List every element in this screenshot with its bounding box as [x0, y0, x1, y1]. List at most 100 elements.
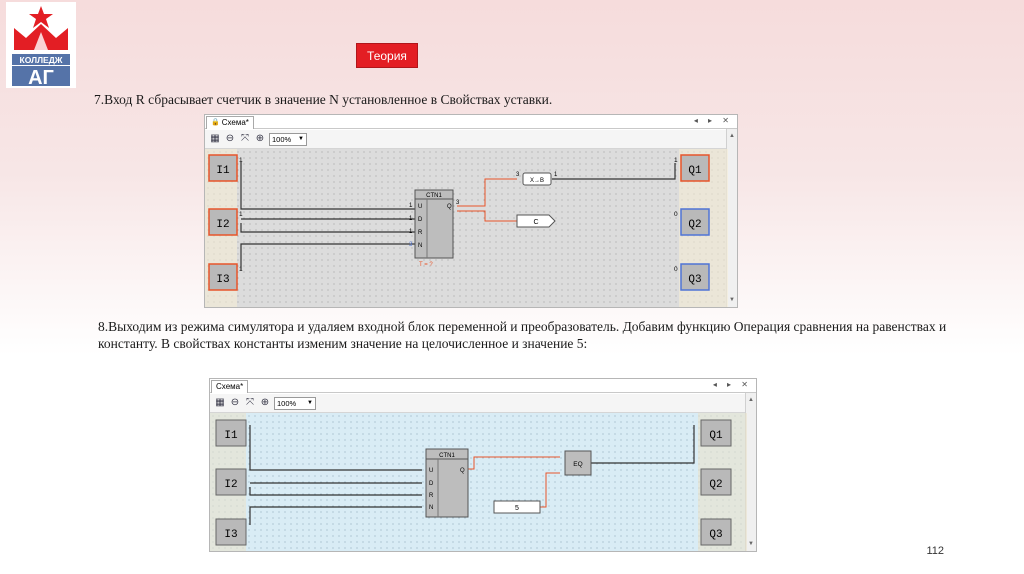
output-block-q2[interactable]: Q2 — [680, 208, 710, 236]
fit-icon[interactable]: ⤧ — [239, 133, 251, 145]
svg-text:Q: Q — [447, 204, 452, 210]
input-block-i2[interactable]: I2 — [208, 208, 238, 236]
toolbar: ▦ ⊖ ⤧ ⊕ 100% ▼ — [210, 394, 756, 413]
zoom-out-icon[interactable]: ⊖ — [224, 133, 236, 145]
step7-text: 7.Вход R сбрасывает счетчик в значение N… — [94, 92, 553, 107]
counter-caption: T = ? — [419, 262, 433, 268]
tab-nav-icons[interactable]: ◂ ▸ ✕ — [694, 116, 733, 125]
grid-icon[interactable]: ▦ — [214, 397, 226, 409]
pin-value-n: 3 — [409, 242, 413, 248]
step8-text: 8.Выходим из режима симулятора и удаляем… — [98, 319, 947, 351]
output-block-q2[interactable]: Q2 — [700, 468, 732, 496]
output-value-q1: 1 — [674, 157, 678, 164]
const-block[interactable]: C — [516, 214, 556, 228]
svg-text:Q3: Q3 — [688, 274, 701, 286]
compare-block-eq[interactable]: EQ — [564, 450, 592, 476]
svg-text:I3: I3 — [216, 274, 229, 286]
output-value-q2: 0 — [674, 211, 678, 218]
input-block-i3[interactable]: I3 — [208, 263, 238, 291]
svg-text:Q2: Q2 — [709, 479, 722, 491]
tab-schema[interactable]: 🔒 Схема* — [206, 116, 254, 129]
output-block-q1[interactable]: Q1 — [700, 419, 732, 447]
wire-i1-u — [240, 161, 415, 210]
svg-text:Q3: Q3 — [709, 529, 722, 541]
svg-text:I3: I3 — [224, 529, 237, 541]
scroll-up-icon: ▲ — [748, 397, 754, 403]
zoom-select[interactable]: 100% ▼ — [269, 132, 307, 146]
svg-text:X→B: X→B — [530, 178, 544, 184]
wire-const-eq — [540, 472, 560, 508]
svg-text:АГ: АГ — [28, 67, 54, 88]
wire-q-conv — [457, 178, 517, 207]
tab-bar: Схема* ◂ ▸ ✕ — [210, 379, 756, 393]
schema-canvas[interactable]: I1 I2 I3 1 1 1 Q1 Q2 Q3 1 0 0 CTN1 U D R… — [205, 149, 728, 307]
zoom-select[interactable]: 100% ▼ — [274, 396, 316, 410]
scroll-down-icon: ▼ — [729, 297, 735, 303]
output-block-q3[interactable]: Q3 — [700, 518, 732, 546]
wire-q-const — [457, 210, 517, 222]
input-block-i1[interactable]: I1 — [208, 154, 238, 182]
svg-text:5: 5 — [515, 505, 519, 512]
svg-text:Q: Q — [460, 468, 465, 474]
wire-i1-u — [249, 425, 422, 471]
wire-conv-q1 — [552, 163, 676, 180]
wire-i3-r — [249, 506, 422, 525]
svg-text:EQ: EQ — [573, 461, 582, 468]
input-block-i3[interactable]: I3 — [215, 518, 247, 546]
tab-bar: 🔒 Схема* ◂ ▸ ✕ — [205, 115, 737, 129]
tab-schema[interactable]: Схема* — [211, 380, 249, 393]
zoom-out-icon[interactable]: ⊖ — [229, 397, 241, 409]
converter-output-value: 1 — [554, 172, 558, 178]
zoom-in-icon[interactable]: ⊕ — [259, 397, 271, 409]
input-block-i1[interactable]: I1 — [215, 419, 247, 447]
fit-icon[interactable]: ⤧ — [244, 397, 256, 409]
chevron-down-icon: ▼ — [307, 399, 313, 406]
counter-block-ctn1[interactable]: CTN1 U D R N Q — [414, 189, 454, 259]
svg-text:N: N — [418, 243, 422, 249]
svg-text:Q1: Q1 — [688, 165, 702, 177]
svg-text:Q2: Q2 — [688, 219, 701, 231]
toolbar: ▦ ⊖ ⤧ ⊕ 100% ▼ — [205, 130, 737, 149]
schema-window-2: Схема* ◂ ▸ ✕ ▦ ⊖ ⤧ ⊕ 100% ▼ ▲ ▼ I1 I2 I3… — [209, 378, 757, 552]
svg-text:CTN1: CTN1 — [439, 453, 455, 459]
input-block-i2[interactable]: I2 — [215, 468, 247, 496]
svg-text:U: U — [429, 468, 433, 474]
svg-text:CTN1: CTN1 — [426, 193, 442, 199]
svg-text:Q1: Q1 — [709, 430, 723, 442]
wire-i3-r — [240, 243, 415, 271]
wire-q-eq — [468, 456, 560, 470]
output-block-q3[interactable]: Q3 — [680, 263, 710, 291]
converter-input-value: 3 — [516, 172, 520, 178]
lock-icon: 🔒 — [211, 119, 220, 126]
svg-text:I2: I2 — [216, 219, 229, 231]
input-value-i2: 1 — [239, 211, 243, 218]
theory-button[interactable]: Теория — [356, 43, 418, 68]
schema-window-1: 🔒 Схема* ◂ ▸ ✕ ▦ ⊖ ⤧ ⊕ 100%▼ ▲ ▼ I1 I2 — [204, 114, 738, 308]
converter-block[interactable]: X→B — [522, 172, 552, 186]
svg-text:I1: I1 — [224, 430, 238, 442]
svg-text:C: C — [533, 219, 538, 226]
svg-text:I2: I2 — [224, 479, 237, 491]
wire-i2-r — [240, 223, 415, 233]
const-block[interactable]: 5 — [493, 500, 541, 514]
svg-text:D: D — [429, 481, 434, 487]
output-block-q1[interactable]: Q1 — [680, 154, 710, 182]
svg-text:I1: I1 — [216, 165, 230, 177]
wire-eq-q1 — [590, 425, 695, 464]
output-value-q3: 0 — [674, 266, 678, 273]
svg-text:R: R — [418, 230, 423, 236]
grid-icon[interactable]: ▦ — [209, 133, 221, 145]
zoom-in-icon[interactable]: ⊕ — [254, 133, 266, 145]
college-logo: КОЛЛЕДЖ АГ — [6, 2, 76, 88]
scroll-up-icon: ▲ — [729, 133, 735, 139]
svg-text:U: U — [418, 204, 422, 210]
chevron-down-icon: ▼ — [298, 135, 304, 142]
svg-text:R: R — [429, 493, 434, 499]
counter-output-value: 3 — [456, 200, 460, 206]
scroll-down-icon: ▼ — [748, 541, 754, 547]
schema-canvas[interactable]: I1 I2 I3 Q1 Q2 Q3 CTN1 U D R N Q EQ 5 — [210, 413, 747, 551]
svg-text:D: D — [418, 217, 423, 223]
tab-nav-icons[interactable]: ◂ ▸ ✕ — [713, 380, 752, 389]
counter-block-ctn1[interactable]: CTN1 U D R N Q — [425, 448, 469, 518]
svg-text:N: N — [429, 505, 433, 511]
